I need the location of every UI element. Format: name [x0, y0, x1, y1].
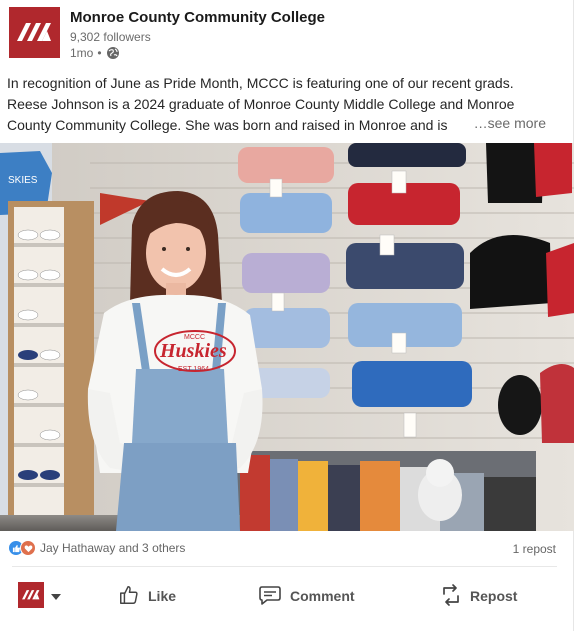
- chevron-down-icon[interactable]: [50, 589, 62, 607]
- actor-avatar-icon[interactable]: [18, 582, 44, 608]
- action-bar: Like Comment Repost: [0, 570, 574, 624]
- love-reaction-icon: [20, 540, 36, 556]
- linkedin-post-card: Monroe County Community College 9,302 fo…: [0, 0, 574, 631]
- sweatshirt-small-text: MCCC: [184, 334, 205, 341]
- reactors-text[interactable]: Jay Hathaway and 3 others: [40, 541, 185, 555]
- follower-count: 9,302 followers: [70, 30, 151, 44]
- like-label: Like: [148, 588, 177, 604]
- post-text-line: In recognition of June as Pride Month, M…: [7, 75, 514, 91]
- see-more-link[interactable]: …see more: [467, 115, 546, 131]
- post-meta: 1mo •: [70, 46, 120, 60]
- social-counts-bar: Jay Hathaway and 3 others 1 repost: [0, 535, 574, 561]
- post-photo-illustration: SKIES Huskies MCCC EST 1964: [0, 143, 574, 531]
- org-name-link[interactable]: Monroe County Community College: [70, 9, 325, 26]
- globe-icon: [106, 46, 120, 60]
- like-icon: [118, 584, 140, 609]
- comment-button[interactable]: Comment: [258, 582, 355, 610]
- repost-button[interactable]: Repost: [440, 582, 517, 610]
- repost-count[interactable]: 1 repost: [513, 542, 556, 556]
- sweatshirt-text: Huskies: [159, 340, 227, 362]
- post-time[interactable]: 1mo: [70, 46, 93, 60]
- comment-icon: [258, 584, 282, 609]
- comment-label: Comment: [290, 588, 355, 604]
- repost-icon: [440, 583, 462, 610]
- svg-text:SKIES: SKIES: [8, 175, 38, 186]
- reactions-summary[interactable]: Jay Hathaway and 3 others: [8, 540, 185, 556]
- divider: [12, 566, 557, 567]
- post-header: Monroe County Community College 9,302 fo…: [8, 6, 568, 66]
- post-photo[interactable]: SKIES Huskies MCCC EST 1964: [0, 143, 574, 531]
- repost-label: Repost: [470, 588, 518, 604]
- sweatshirt-est-text: EST 1964: [178, 366, 209, 373]
- like-button[interactable]: Like: [118, 582, 176, 610]
- post-text-line: Reese Johnson is a 2024 graduate of Monr…: [7, 96, 515, 112]
- mccc-logo-icon[interactable]: [9, 7, 60, 58]
- meta-separator: •: [97, 46, 102, 60]
